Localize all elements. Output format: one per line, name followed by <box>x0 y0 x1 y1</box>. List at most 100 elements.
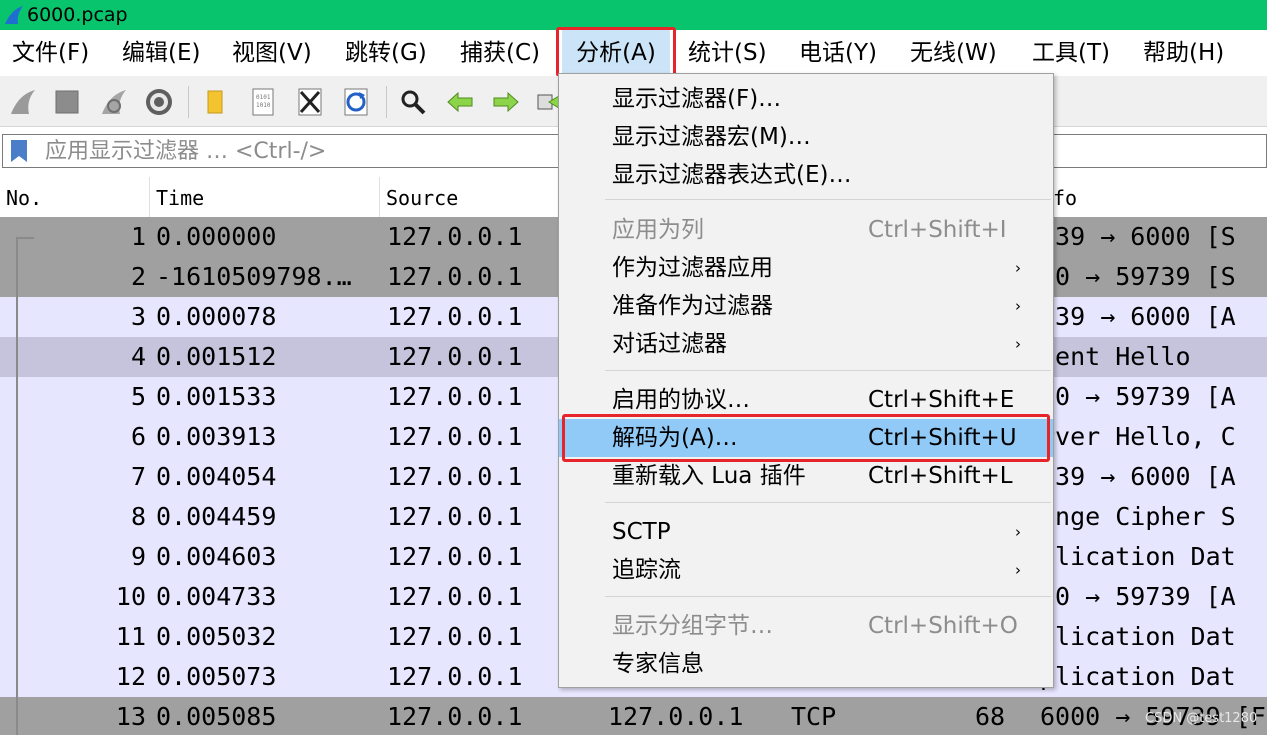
menu-separator <box>605 502 1051 503</box>
menu-item-shortcut: Ctrl+Shift+E <box>868 387 1015 413</box>
menu-edit[interactable]: 编辑(E) <box>122 30 200 76</box>
column-header-source[interactable]: Source <box>380 177 560 217</box>
packet-source: 127.0.0.1 <box>387 582 523 611</box>
menu-item-apply-as-filter[interactable]: 作为过滤器应用 › <box>559 249 1053 287</box>
menu-capture[interactable]: 捕获(C) <box>460 30 540 76</box>
packet-info: plication Dat <box>1040 662 1236 691</box>
menu-telephony[interactable]: 电话(Y) <box>799 30 877 76</box>
packet-time: 0.005073 <box>156 662 277 691</box>
packet-info: 00 → 59739 [A <box>1040 582 1236 611</box>
packet-no: 9 <box>130 542 146 571</box>
packet-source: 127.0.0.1 <box>387 382 523 411</box>
menu-item-show-packet-bytes: 显示分组字节… Ctrl+Shift+O <box>559 607 1053 645</box>
packet-destination: 127.0.0.1 <box>608 702 744 731</box>
packet-source: 127.0.0.1 <box>387 342 523 371</box>
window-title: 6000.pcap <box>27 4 128 26</box>
menu-help[interactable]: 帮助(H) <box>1143 30 1224 76</box>
packet-time: -1610509798.… <box>156 262 352 291</box>
packet-source: 127.0.0.1 <box>387 502 523 531</box>
menu-separator <box>605 596 1051 597</box>
svg-text:1010: 1010 <box>256 102 271 109</box>
packet-info: ange Cipher S <box>1040 502 1236 531</box>
capture-options-gear-icon[interactable] <box>142 85 176 119</box>
packet-time: 0.000078 <box>156 302 277 331</box>
save-file-icon[interactable]: 0101 1010 <box>246 85 280 119</box>
menu-item-conversation-filter[interactable]: 对话过滤器 › <box>559 325 1053 363</box>
menu-item-follow-stream[interactable]: 追踪流 › <box>559 551 1053 589</box>
packet-time: 0.001533 <box>156 382 277 411</box>
packet-no: 4 <box>130 342 146 371</box>
packet-source: 127.0.0.1 <box>387 302 523 331</box>
go-forward-arrow-icon[interactable] <box>489 85 523 119</box>
column-header-time[interactable]: Time <box>150 177 380 217</box>
menu-item-display-filters[interactable]: 显示过滤器(F)… <box>559 80 1053 118</box>
watermark-text: CSDN @test1280 <box>1145 711 1258 726</box>
packet-no: 3 <box>130 302 146 331</box>
packet-info: 00 → 59739 [S <box>1040 262 1236 291</box>
packet-source: 127.0.0.1 <box>387 662 523 691</box>
submenu-arrow-icon: › <box>1015 523 1021 541</box>
column-header-no[interactable]: No. <box>0 177 150 217</box>
menu-item-label: 解码为(A)… <box>612 425 738 451</box>
submenu-arrow-icon: › <box>1015 259 1021 277</box>
packet-no: 5 <box>130 382 146 411</box>
menu-item-label: 显示过滤器宏(M)… <box>612 124 811 150</box>
menu-item-display-filter-macros[interactable]: 显示过滤器宏(M)… <box>559 118 1053 156</box>
menu-bar: 文件(F) 编辑(E) 视图(V) 跳转(G) 捕获(C) 分析(A) 统计(S… <box>0 30 1267 76</box>
menu-item-decode-as[interactable]: 解码为(A)… Ctrl+Shift+U <box>559 419 1053 457</box>
packet-time: 0.004054 <box>156 462 277 491</box>
packet-row[interactable]: 13 0.005085 127.0.0.1 127.0.0.1 TCP 68 6… <box>0 697 1267 735</box>
shark-fin-restart-icon[interactable] <box>97 85 131 119</box>
menu-item-sctp[interactable]: SCTP › <box>559 513 1053 551</box>
menu-item-label: 专家信息 <box>612 651 704 677</box>
menu-item-enabled-protocols[interactable]: 启用的协议… Ctrl+Shift+E <box>559 381 1053 419</box>
menu-item-label: 追踪流 <box>612 557 681 583</box>
column-header-info[interactable]: fo <box>1046 177 1267 217</box>
conversation-tree-line <box>16 237 18 735</box>
menu-tools[interactable]: 工具(T) <box>1032 30 1110 76</box>
packet-info: 00 → 59739 [A <box>1040 382 1236 411</box>
packet-time: 0.004733 <box>156 582 277 611</box>
go-back-arrow-icon[interactable] <box>443 85 477 119</box>
menu-item-shortcut: Ctrl+Shift+U <box>868 425 1017 451</box>
menu-go[interactable]: 跳转(G) <box>345 30 427 76</box>
find-magnifier-icon[interactable] <box>396 85 430 119</box>
bookmark-icon[interactable] <box>8 139 30 163</box>
menu-item-label: 显示过滤器(F)… <box>612 86 782 112</box>
packet-info: 739 → 6000 [A <box>1040 462 1236 491</box>
menu-statistics[interactable]: 统计(S) <box>688 30 767 76</box>
close-file-icon[interactable] <box>293 85 327 119</box>
packet-no: 12 <box>115 662 146 691</box>
packet-length: 68 <box>975 702 1006 731</box>
packet-info: rver Hello, C <box>1040 422 1236 451</box>
menu-file[interactable]: 文件(F) <box>12 30 89 76</box>
menu-separator <box>605 370 1051 371</box>
menu-view[interactable]: 视图(V) <box>232 30 312 76</box>
menu-wireless[interactable]: 无线(W) <box>910 30 997 76</box>
packet-source: 127.0.0.1 <box>387 622 523 651</box>
menu-item-prepare-as-filter[interactable]: 准备作为过滤器 › <box>559 287 1053 325</box>
toolbar-separator <box>386 86 387 118</box>
packet-source: 127.0.0.1 <box>387 462 523 491</box>
toolbar-separator <box>188 86 189 118</box>
packet-info: plication Dat <box>1040 542 1236 571</box>
packet-time: 0.001512 <box>156 342 277 371</box>
menu-item-label: 显示分组字节… <box>612 613 773 639</box>
packet-time: 0.003913 <box>156 422 277 451</box>
stop-square-icon[interactable] <box>50 85 84 119</box>
analyze-dropdown-menu: 显示过滤器(F)… 显示过滤器宏(M)… 显示过滤器表达式(E)… 应用为列 C… <box>558 73 1054 688</box>
packet-no: 2 <box>130 262 146 291</box>
open-folder-icon[interactable] <box>198 85 232 119</box>
reload-icon[interactable] <box>339 85 373 119</box>
menu-item-apply-as-column: 应用为列 Ctrl+Shift+I <box>559 211 1053 249</box>
packet-source: 127.0.0.1 <box>387 262 523 291</box>
conversation-tree-start <box>16 237 34 239</box>
svg-text:0101: 0101 <box>256 94 271 101</box>
menu-analyze[interactable]: 分析(A) <box>562 30 670 76</box>
shark-fin-start-icon[interactable] <box>6 85 40 119</box>
menu-separator <box>605 199 1051 200</box>
menu-item-expert-info[interactable]: 专家信息 <box>559 645 1053 683</box>
menu-item-reload-lua-plugins[interactable]: 重新载入 Lua 插件 Ctrl+Shift+L <box>559 457 1053 495</box>
menu-item-display-filter-expression[interactable]: 显示过滤器表达式(E)… <box>559 156 1053 194</box>
packet-protocol: TCP <box>791 702 837 731</box>
